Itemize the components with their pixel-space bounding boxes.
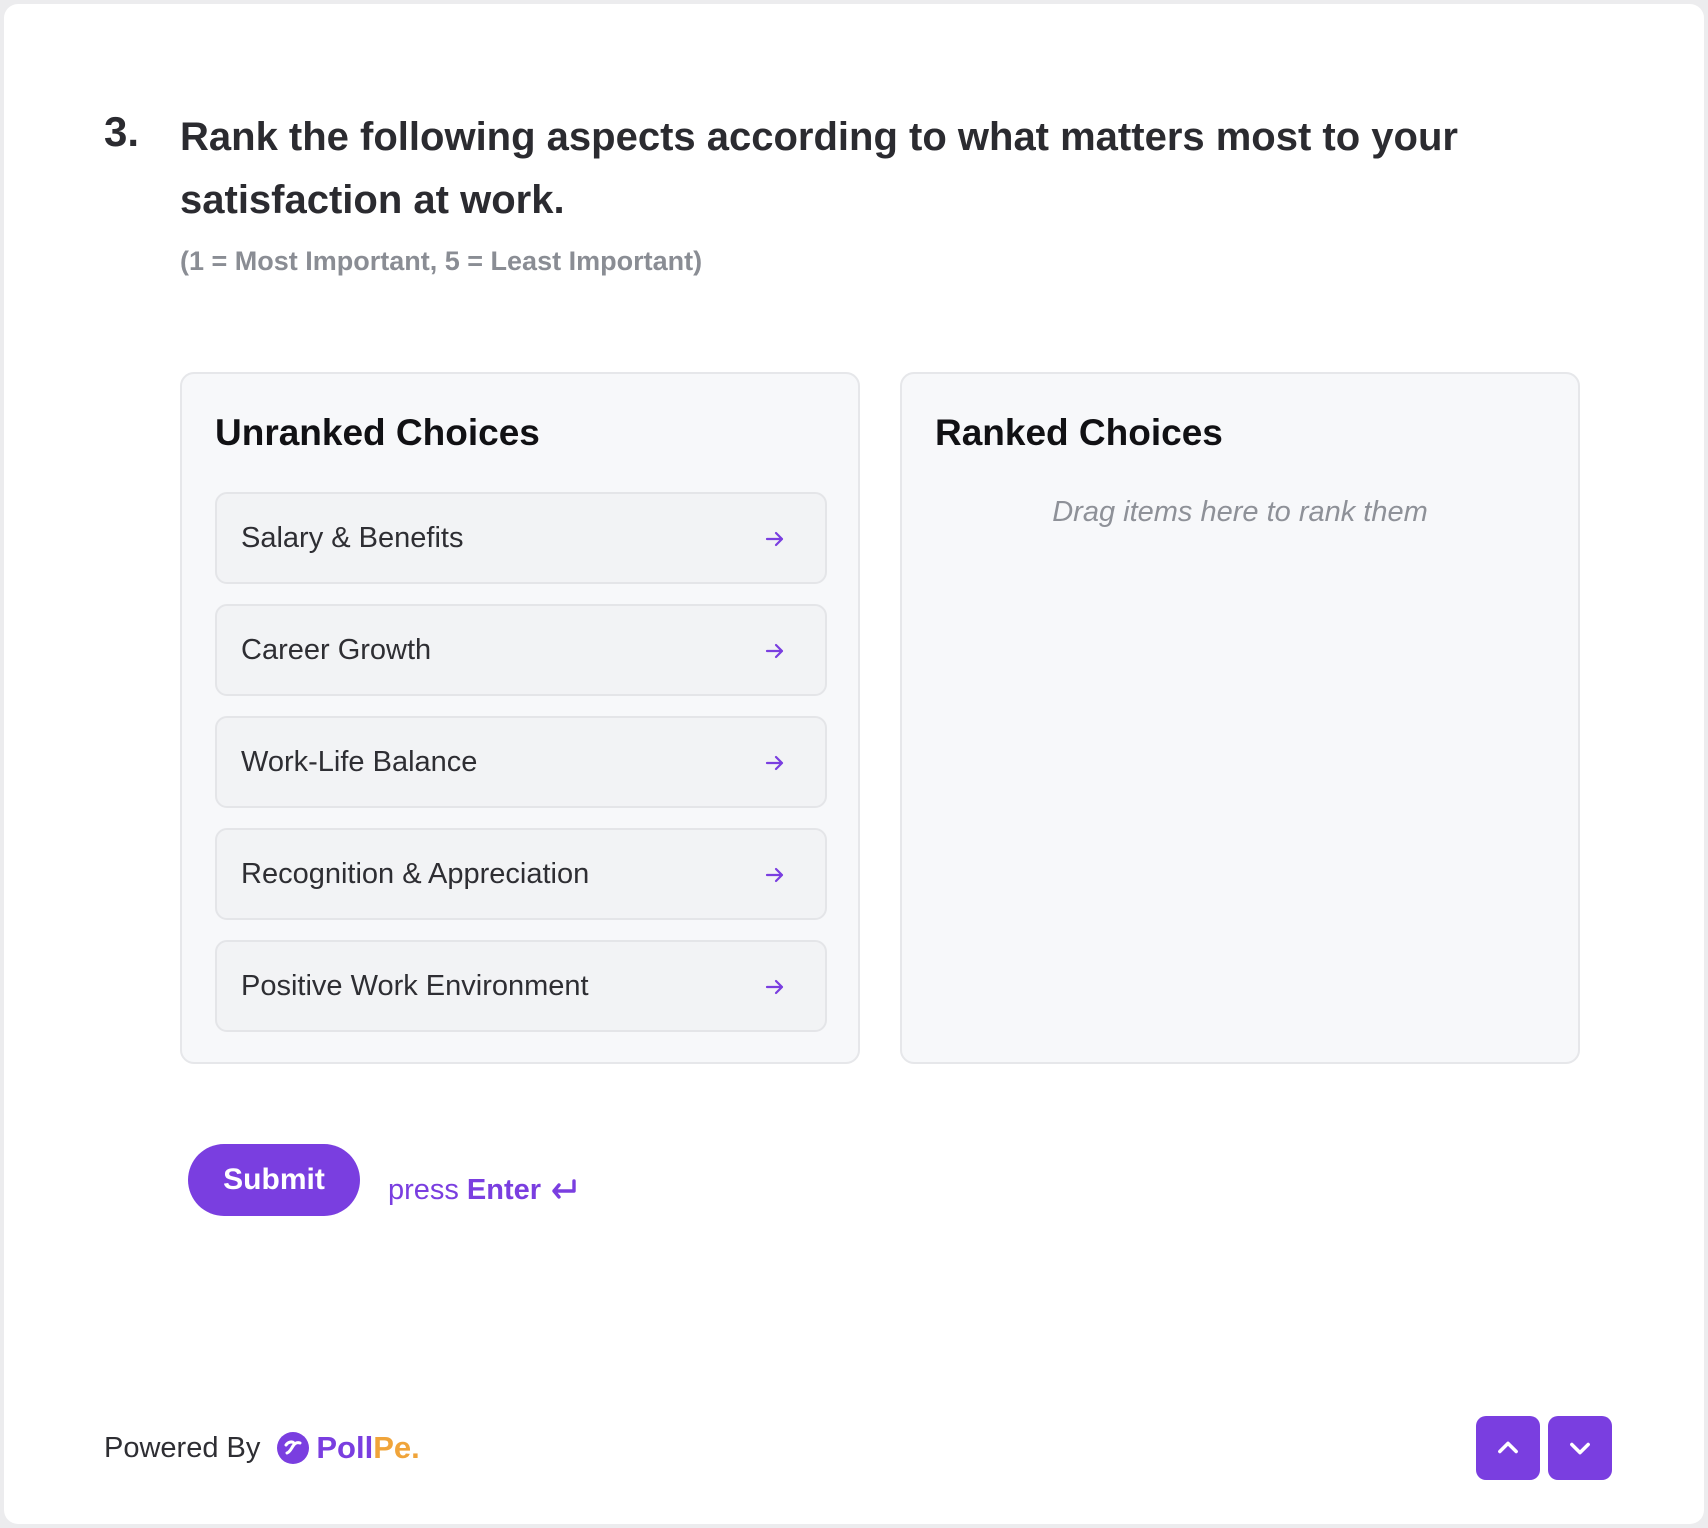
- previous-question-button[interactable]: [1476, 1416, 1540, 1480]
- arrow-right-icon[interactable]: [763, 975, 787, 999]
- question-text: Rank the following aspects according to …: [180, 115, 1458, 222]
- powered-by: Powered By Poll Pe.: [104, 1430, 420, 1466]
- arrow-right-icon[interactable]: [763, 863, 787, 887]
- submit-button[interactable]: Submit: [188, 1144, 360, 1216]
- brand-name-part1: Poll: [316, 1430, 374, 1465]
- ranked-choices-title: Ranked Choices: [935, 412, 1223, 453]
- question-hint: (1 = Most Important, 5 = Least Important…: [180, 246, 703, 276]
- press-enter-hint: press Enter: [388, 1174, 579, 1207]
- brand-name-part2: Pe.: [373, 1430, 420, 1465]
- pollpe-logo-icon: [277, 1432, 310, 1464]
- choice-item-positive-work-environment[interactable]: Positive Work Environment: [215, 940, 827, 1032]
- choice-label: Career Growth: [241, 634, 432, 666]
- arrow-right-icon[interactable]: [763, 527, 787, 551]
- press-label: press: [388, 1174, 459, 1206]
- choice-label: Salary & Benefits: [241, 522, 464, 554]
- unranked-choices-panel: Unranked Choices Salary & Benefits Caree…: [180, 372, 860, 1064]
- chevron-down-icon: [1570, 1442, 1590, 1455]
- arrow-right-icon[interactable]: [763, 751, 787, 775]
- choice-item-salary-benefits[interactable]: Salary & Benefits: [215, 492, 827, 584]
- chevron-up-icon: [1498, 1441, 1518, 1454]
- choice-label: Work-Life Balance: [241, 746, 478, 778]
- unranked-choices-list: Salary & Benefits Career Growth Work-Lif…: [215, 492, 827, 1052]
- choice-label: Positive Work Environment: [241, 970, 589, 1002]
- choice-item-career-growth[interactable]: Career Growth: [215, 604, 827, 696]
- arrow-right-icon[interactable]: [763, 639, 787, 663]
- question-number: 3.: [104, 108, 140, 155]
- powered-by-label: Powered By: [104, 1431, 261, 1464]
- ranked-drop-placeholder: Drag items here to rank them: [1052, 496, 1428, 528]
- unranked-choices-title: Unranked Choices: [215, 412, 540, 453]
- next-question-button[interactable]: [1548, 1416, 1612, 1480]
- enter-return-icon: [552, 1178, 576, 1199]
- enter-label: Enter: [466, 1174, 542, 1206]
- pollpe-logo[interactable]: Poll Pe.: [276, 1430, 420, 1466]
- ranked-choices-panel[interactable]: Ranked Choices Drag items here to rank t…: [900, 372, 1580, 1064]
- survey-card: 3. Rank the following aspects according …: [4, 4, 1704, 1524]
- choice-label: Recognition & Appreciation: [241, 858, 590, 890]
- choice-item-work-life-balance[interactable]: Work-Life Balance: [215, 716, 827, 808]
- choice-item-recognition-appreciation[interactable]: Recognition & Appreciation: [215, 828, 827, 920]
